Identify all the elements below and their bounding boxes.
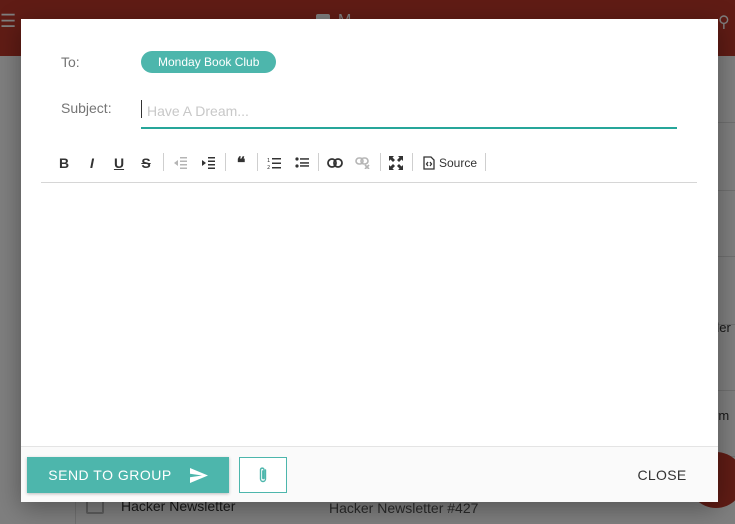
attach-button[interactable] bbox=[239, 457, 287, 493]
send-to-group-label: SEND TO GROUP bbox=[48, 467, 172, 483]
numbered-list-icon[interactable]: 12 bbox=[265, 153, 283, 173]
source-button[interactable]: Source bbox=[421, 153, 479, 173]
toolbar-divider bbox=[257, 153, 258, 171]
unlink-icon[interactable] bbox=[353, 153, 373, 173]
toolbar-divider bbox=[225, 153, 226, 171]
send-icon bbox=[189, 467, 208, 483]
toolbar-divider bbox=[380, 153, 381, 171]
blockquote-icon[interactable]: ❝ bbox=[231, 153, 251, 173]
italic-button[interactable]: I bbox=[85, 153, 99, 173]
subject-label: Subject: bbox=[61, 100, 112, 116]
source-icon bbox=[423, 156, 435, 170]
bulleted-list-icon[interactable] bbox=[293, 153, 311, 173]
bold-button[interactable]: B bbox=[57, 153, 71, 173]
recipient-chip[interactable]: Monday Book Club bbox=[141, 51, 277, 73]
source-button-label: Source bbox=[438, 156, 478, 170]
underline-button[interactable]: U bbox=[112, 153, 126, 173]
toolbar-divider bbox=[318, 153, 319, 171]
toolbar-divider bbox=[163, 153, 164, 171]
text-caret bbox=[141, 100, 142, 118]
toolbar-divider bbox=[412, 153, 413, 171]
svg-text:1: 1 bbox=[267, 158, 270, 164]
message-body-editor[interactable] bbox=[41, 185, 697, 443]
strikethrough-button[interactable]: S bbox=[139, 153, 153, 173]
outdent-icon[interactable] bbox=[171, 153, 189, 173]
to-label: To: bbox=[61, 54, 80, 70]
editor-toolbar: B I U S ❝ 12 Source bbox=[41, 147, 697, 183]
subject-input[interactable] bbox=[141, 95, 677, 129]
maximize-icon[interactable] bbox=[387, 153, 405, 173]
paperclip-icon bbox=[259, 467, 267, 483]
dialog-footer: SEND TO GROUP CLOSE bbox=[21, 446, 718, 502]
svg-text:2: 2 bbox=[267, 165, 270, 170]
toolbar-divider bbox=[485, 153, 486, 171]
compose-dialog: To: Monday Book Club Subject: B I U S ❝ … bbox=[21, 19, 718, 502]
close-button[interactable]: CLOSE bbox=[625, 457, 699, 493]
send-to-group-button[interactable]: SEND TO GROUP bbox=[27, 457, 229, 493]
indent-icon[interactable] bbox=[199, 153, 217, 173]
link-icon[interactable] bbox=[325, 153, 345, 173]
